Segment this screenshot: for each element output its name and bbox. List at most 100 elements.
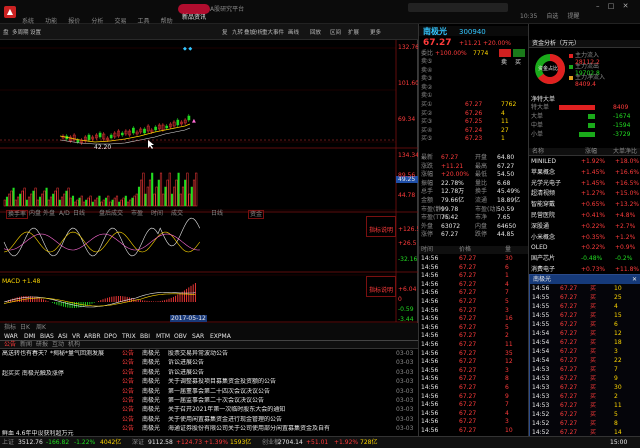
announcement-row[interactable]: 公告 南极光 股票交易异常波动公告 03-03: [120, 350, 418, 358]
vol-tab[interactable]: 内盘: [28, 210, 42, 217]
announce-title[interactable]: 第一届监事会第二十次会议决议公告: [168, 397, 390, 404]
news-headline[interactable]: 超买买 南极光触及涨停: [2, 370, 120, 377]
toolbar-item[interactable]: 重大事件: [262, 28, 284, 36]
kline-chart-svg[interactable]: ◆ ◆ ▲: [0, 40, 418, 340]
toolbar-item[interactable]: 区间: [330, 28, 341, 36]
vol-tab[interactable]: A/D: [58, 210, 71, 217]
col-header: 名称: [532, 148, 545, 155]
announcement-row[interactable]: 公告 南极光 第一届董事会第二十四次会议决议公告 03-03: [120, 388, 418, 396]
sector-row[interactable]: MINILED +1.92% +18.0%: [529, 158, 640, 166]
sector-row[interactable]: 民营医院 +0.41% +4.8%: [529, 212, 640, 220]
announcement-row[interactable]: 公告 南极光 关于调整募投项目募集资金投资额的公告 03-03: [120, 378, 418, 386]
vol-tab[interactable]: 日线: [210, 210, 224, 217]
vol-tab[interactable]: 日线: [72, 210, 86, 217]
ind-tab[interactable]: SAR: [192, 333, 204, 340]
stat-label: 跌停: [475, 231, 488, 239]
title-right-item[interactable]: 提醒: [568, 13, 580, 20]
minimize-icon[interactable]: –: [596, 2, 600, 10]
announcement-row[interactable]: 公告 南极光 诉讼进展公告 03-03: [120, 359, 418, 367]
toolbar-item[interactable]: 九转: [232, 28, 243, 36]
last-price: 67.27: [423, 38, 452, 48]
news-tab[interactable]: 研报: [36, 341, 48, 348]
announcement-row[interactable]: 公告 南极光 关于使用闲置募集资金进行现金管理的公告 03-03: [120, 416, 418, 424]
news-headline[interactable]: 高送转也有春天？*揭秘*量气回测发展: [2, 350, 120, 357]
vol-tab[interactable]: 盘后成交: [98, 210, 124, 217]
news-tab[interactable]: 新闻: [20, 341, 32, 348]
buy-button[interactable]: 买: [513, 49, 525, 66]
ind-tab[interactable]: OBV: [174, 333, 187, 340]
ind-tab[interactable]: MTM: [156, 333, 170, 340]
sector-net: +15.0%: [615, 190, 640, 198]
toolbar-item[interactable]: 多周期: [12, 28, 29, 36]
vol-tab[interactable]: 时间: [150, 210, 164, 217]
news-tab[interactable]: 机构: [68, 341, 80, 348]
maximize-icon[interactable]: □: [608, 2, 615, 10]
sector-row[interactable]: 光学光电子 +1.45% +16.5%: [529, 180, 640, 188]
sector-row[interactable]: 超清视频 +1.27% +15.0%: [529, 190, 640, 198]
ind-tab[interactable]: WAR: [4, 333, 18, 340]
vol-tab[interactable]: 换手率: [6, 210, 29, 219]
vol-tab[interactable]: 市盈: [130, 210, 144, 217]
tick-price: 67.27: [459, 315, 477, 323]
indicator-help-button[interactable]: 指标说明: [366, 276, 397, 297]
net-label: 小单: [531, 131, 544, 138]
announce-title[interactable]: 关于调整募投项目募集资金投资额的公告: [168, 378, 390, 385]
fund-header: 资金分析（万元）: [529, 40, 640, 48]
toolbar-item[interactable]: 回放: [310, 28, 321, 36]
vol-tab[interactable]: 资金: [248, 210, 265, 219]
sector-row[interactable]: OLED +0.22% +0.9%: [529, 244, 640, 252]
news-pill[interactable]: 新品资讯: [178, 4, 211, 21]
stat-row: 外盘 63072 内盘 64650: [419, 223, 529, 231]
search-input[interactable]: [408, 3, 508, 12]
toolbar-item[interactable]: 设置: [30, 28, 41, 36]
announce-title[interactable]: 股票交易异常波动公告: [168, 350, 390, 357]
ind-tab[interactable]: ASI: [58, 333, 68, 340]
vol-tab[interactable]: 外盘: [42, 210, 56, 217]
toolbar-item[interactable]: 盘: [3, 28, 9, 36]
stat-row: 市盈(静) 99.78 市盈(动) 50.59: [419, 206, 529, 214]
vol-tab[interactable]: 成交: [170, 210, 184, 217]
news-tab[interactable]: 互动: [52, 341, 64, 348]
sector-row[interactable]: 智能穿戴 +0.65% +13.2%: [529, 201, 640, 209]
sector-row[interactable]: 深股通 +0.22% +2.7%: [529, 223, 640, 231]
ind-tab[interactable]: VR: [72, 333, 80, 340]
ind-tab[interactable]: 周K: [36, 324, 46, 331]
ind-tab[interactable]: BIAS: [40, 333, 54, 340]
announcement-row[interactable]: 公告 南极光 第一届监事会第二十次会议决议公告 03-03: [120, 397, 418, 405]
toolbar-item[interactable]: 扩展: [348, 28, 359, 36]
close-icon[interactable]: ✕: [632, 276, 637, 283]
ind-tab[interactable]: TRIX: [122, 333, 136, 340]
announce-title[interactable]: 诉讼进展公告: [168, 359, 390, 366]
announcement-row[interactable]: 公告 南极光 海通证券股份有限公司关于公司使用部分闲置募集资金及自有 03-03: [120, 425, 418, 433]
kline-chart-area[interactable]: ◆ ◆ ▲ 132.76 101.60 69.34 49.25 134.34 8…: [0, 40, 420, 340]
announce-title[interactable]: 关于召开2021年第一次临时股东大会的通知: [168, 406, 390, 413]
sector-row[interactable]: 小米概念 +0.35% +1.2%: [529, 234, 640, 242]
announcement-row[interactable]: 公告 南极光 关于召开2021年第一次临时股东大会的通知 03-03: [120, 406, 418, 414]
close-icon[interactable]: ✕: [623, 2, 629, 10]
ind-tab[interactable]: DPO: [104, 333, 117, 340]
sector-row[interactable]: 国产芯片 -0.48% -0.2%: [529, 255, 640, 263]
ind-tab[interactable]: 日K: [20, 324, 30, 331]
indicator-help-button[interactable]: 指标说明: [366, 216, 397, 237]
ind-tab[interactable]: BBI: [140, 333, 150, 340]
ind-tab[interactable]: EXPMA: [210, 333, 231, 340]
sector-row[interactable]: 消费电子 +0.73% +11.8%: [529, 266, 640, 274]
toolbar-item[interactable]: 更多: [370, 28, 381, 36]
ind-tab[interactable]: DMI: [24, 333, 36, 340]
stat-row: 总手 12.78万 换手 45.49%: [419, 188, 529, 196]
announcement-row[interactable]: 公告 南极光 诉讼进展公告 03-03: [120, 369, 418, 377]
candle-body: [187, 115, 191, 121]
announce-company: 南极光: [142, 350, 161, 357]
announce-title[interactable]: 关于使用闲置募集资金进行现金管理的公告: [168, 416, 390, 423]
title-right-item[interactable]: 自选: [546, 13, 558, 20]
ind-tab[interactable]: 指标: [4, 324, 16, 331]
toolbar-item[interactable]: 复: [222, 28, 228, 36]
sell-button[interactable]: 卖: [499, 49, 511, 66]
announce-title[interactable]: 海通证券股份有限公司关于公司使用部分闲置募集资金及自有: [168, 425, 390, 432]
announce-title[interactable]: 第一届董事会第二十四次会议决议公告: [168, 388, 390, 395]
ind-tab[interactable]: ARBR: [84, 333, 101, 340]
toolbar-item[interactable]: 画线: [288, 28, 299, 36]
announce-title[interactable]: 诉讼进展公告: [168, 369, 390, 376]
sector-row[interactable]: 苹果概念 +1.45% +16.6%: [529, 169, 640, 177]
news-tab[interactable]: 公告: [4, 341, 16, 348]
